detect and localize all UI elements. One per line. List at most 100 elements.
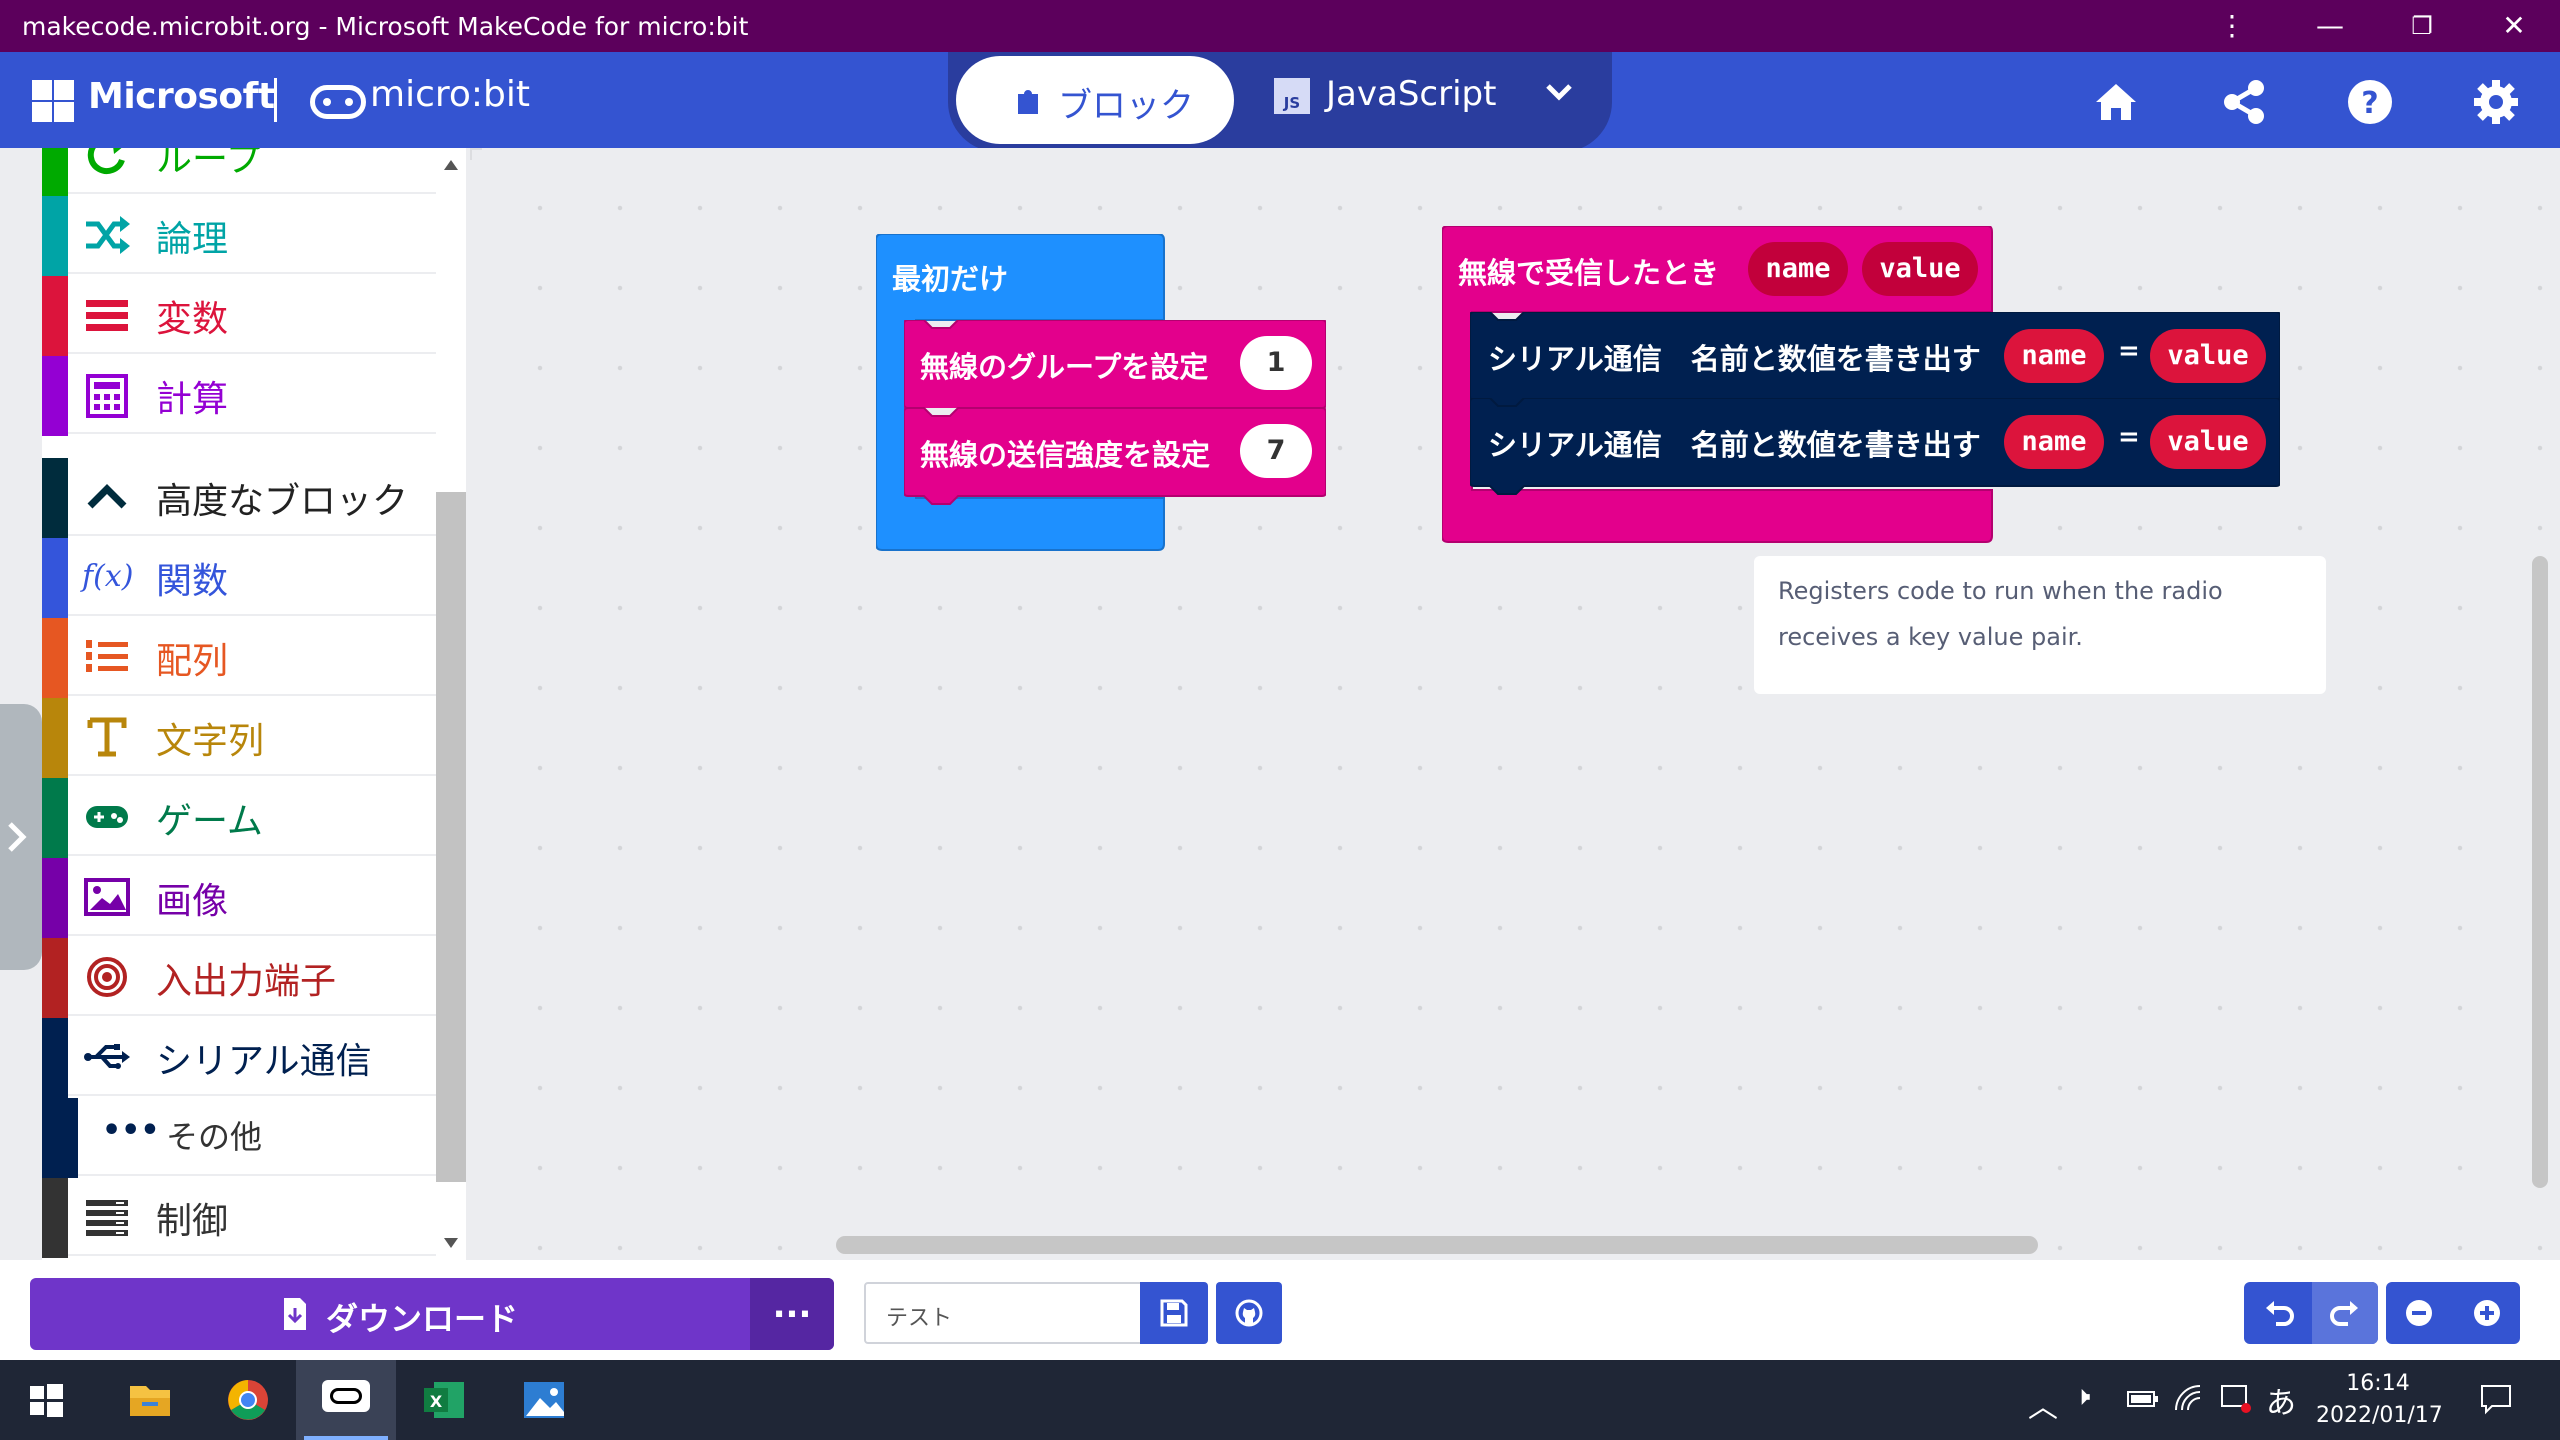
math-icon	[86, 374, 128, 418]
category-functions[interactable]: f(x) 関数	[42, 538, 436, 618]
photos-icon[interactable]	[514, 1370, 574, 1430]
makecode-icon	[322, 1380, 370, 1412]
serial-write-block-2[interactable]: シリアル通信 名前と数値を書き出す name = value	[1470, 398, 2280, 495]
file-explorer-icon[interactable]	[120, 1370, 180, 1430]
category-arrays[interactable]: 配列	[42, 618, 436, 698]
wifi-icon[interactable]	[2174, 1384, 2204, 1414]
close-icon[interactable]: ✕	[2494, 6, 2534, 46]
excel-icon[interactable]: X	[414, 1370, 474, 1430]
category-color-bar	[42, 356, 68, 436]
category-pins[interactable]: 入出力端子	[42, 938, 436, 1018]
puzzle-icon	[1018, 90, 1038, 114]
windows-taskbar: X ︿ 🕨 あ 16:14 2022/01/17	[0, 1360, 2560, 1440]
home-icon[interactable]	[2088, 74, 2144, 130]
set-group-block[interactable]: 無線のグループを設定 1	[904, 320, 1326, 408]
category-logic[interactable]: 論理	[42, 196, 436, 276]
category-advanced[interactable]: 高度なブロック	[42, 458, 436, 538]
serial-icon	[84, 1044, 130, 1069]
volume-muted-icon[interactable]: 🕨	[2074, 1382, 2090, 1413]
undo-icon[interactable]	[2262, 1296, 2296, 1330]
workspace-horizontal-scrollbar[interactable]	[836, 1236, 2038, 1254]
param-value[interactable]: value	[1862, 242, 1978, 296]
category-loops[interactable]: ループ	[42, 148, 436, 196]
header-divider	[274, 78, 277, 122]
help-icon[interactable]: ?	[2342, 74, 2398, 130]
ime-indicator[interactable]: あ	[2266, 1378, 2296, 1422]
product-label[interactable]: micro:bit	[370, 74, 530, 115]
name-variable[interactable]: name	[2004, 415, 2104, 469]
category-label: 論理	[156, 219, 229, 260]
category-label: ループ	[156, 148, 262, 180]
github-button[interactable]	[1216, 1282, 1282, 1344]
more-icon[interactable]: ⋮	[2212, 6, 2252, 46]
network-icon[interactable]	[2220, 1382, 2252, 1414]
category-color-bar	[42, 858, 68, 938]
chrome-icon[interactable]	[218, 1370, 278, 1430]
simulator-collapse-tab[interactable]	[0, 704, 42, 970]
category-images[interactable]: 画像	[42, 858, 436, 938]
category-text[interactable]: 文字列	[42, 698, 436, 778]
category-serial[interactable]: シリアル通信	[42, 1018, 436, 1098]
category-label: 関数	[156, 561, 229, 602]
project-name-input[interactable]: テスト	[864, 1282, 1142, 1344]
serial-write-label: シリアル通信 名前と数値を書き出す	[1488, 342, 1981, 376]
value-variable[interactable]: value	[2150, 415, 2266, 469]
zoom-in-icon[interactable]	[2472, 1298, 2502, 1328]
variables-icon	[86, 300, 128, 331]
category-game[interactable]: ゲーム	[42, 778, 436, 858]
scroll-up-icon[interactable]	[444, 158, 458, 170]
game-icon	[86, 806, 128, 828]
category-label: 計算	[156, 379, 229, 420]
zoom-group	[2386, 1282, 2520, 1344]
name-variable[interactable]: name	[2004, 329, 2104, 383]
redo-button[interactable]	[2312, 1282, 2378, 1344]
save-icon	[1160, 1299, 1188, 1327]
category-math[interactable]: 計算	[42, 356, 436, 436]
microbit-logo-icon[interactable]	[310, 85, 366, 119]
battery-icon[interactable]	[2126, 1386, 2160, 1410]
power-value-input[interactable]: 7	[1240, 424, 1312, 478]
js-icon: JS	[1274, 78, 1310, 114]
category-variables[interactable]: 変数	[42, 276, 436, 356]
restore-icon[interactable]: ❐	[2402, 6, 2442, 46]
category-color-bar	[42, 1178, 68, 1258]
logic-icon	[86, 216, 130, 254]
chevron-down-icon[interactable]	[1542, 74, 1576, 117]
app-header: Microsoft micro:bit ブロック JS JavaScript ?	[0, 52, 2560, 152]
save-button[interactable]	[1140, 1282, 1208, 1344]
download-label: ダウンロード	[326, 1300, 519, 1338]
category-label: 変数	[156, 299, 229, 340]
microsoft-logo-icon[interactable]	[32, 80, 74, 122]
zoom-out-icon[interactable]	[2404, 1298, 2434, 1328]
set-power-label: 無線の送信強度を設定	[920, 438, 1211, 472]
loop-icon	[87, 148, 125, 175]
toolbox: ループ 論理 変数 計算 高度なブロック f(x) 関数 配列 文字列 ゲーム …	[0, 148, 470, 1260]
param-name[interactable]: name	[1748, 242, 1848, 296]
serial-write-block-1[interactable]: シリアル通信 名前と数値を書き出す name = value	[1470, 312, 2280, 409]
windows-start-icon[interactable]	[16, 1370, 76, 1430]
toolbox-scrollbar-thumb[interactable]	[436, 492, 466, 1182]
tab-blocks[interactable]: ブロック	[956, 56, 1234, 144]
set-group-label: 無線のグループを設定	[920, 350, 1209, 384]
download-more-button[interactable]: ...	[750, 1278, 834, 1350]
set-power-block[interactable]: 無線の送信強度を設定 7	[904, 408, 1326, 505]
group-value-input[interactable]: 1	[1240, 336, 1312, 390]
notifications-icon[interactable]	[2478, 1382, 2514, 1416]
minimize-icon[interactable]: —	[2310, 6, 2350, 46]
download-button[interactable]: ダウンロード ...	[30, 1278, 834, 1350]
workspace-vertical-scrollbar[interactable]	[2532, 556, 2548, 1188]
chevron-right-icon	[8, 822, 27, 852]
taskbar-active-app[interactable]	[296, 1360, 396, 1440]
brand-label[interactable]: Microsoft	[88, 76, 275, 117]
editor-toggle: ブロック JS JavaScript	[948, 52, 1612, 152]
toolbox-scrollbar[interactable]	[436, 148, 466, 1260]
tray-chevron-up-icon[interactable]: ︿	[2028, 1382, 2058, 1426]
share-icon[interactable]	[2216, 74, 2272, 130]
settings-icon[interactable]	[2468, 74, 2524, 130]
scroll-down-icon[interactable]	[444, 1238, 458, 1250]
category-control[interactable]: 制御	[42, 1178, 436, 1258]
value-variable[interactable]: value	[2150, 329, 2266, 383]
category-color-bar	[42, 778, 68, 858]
category-serial-more[interactable]: ••• その他	[42, 1098, 436, 1178]
system-clock[interactable]: 16:14 2022/01/17	[2316, 1368, 2443, 1432]
